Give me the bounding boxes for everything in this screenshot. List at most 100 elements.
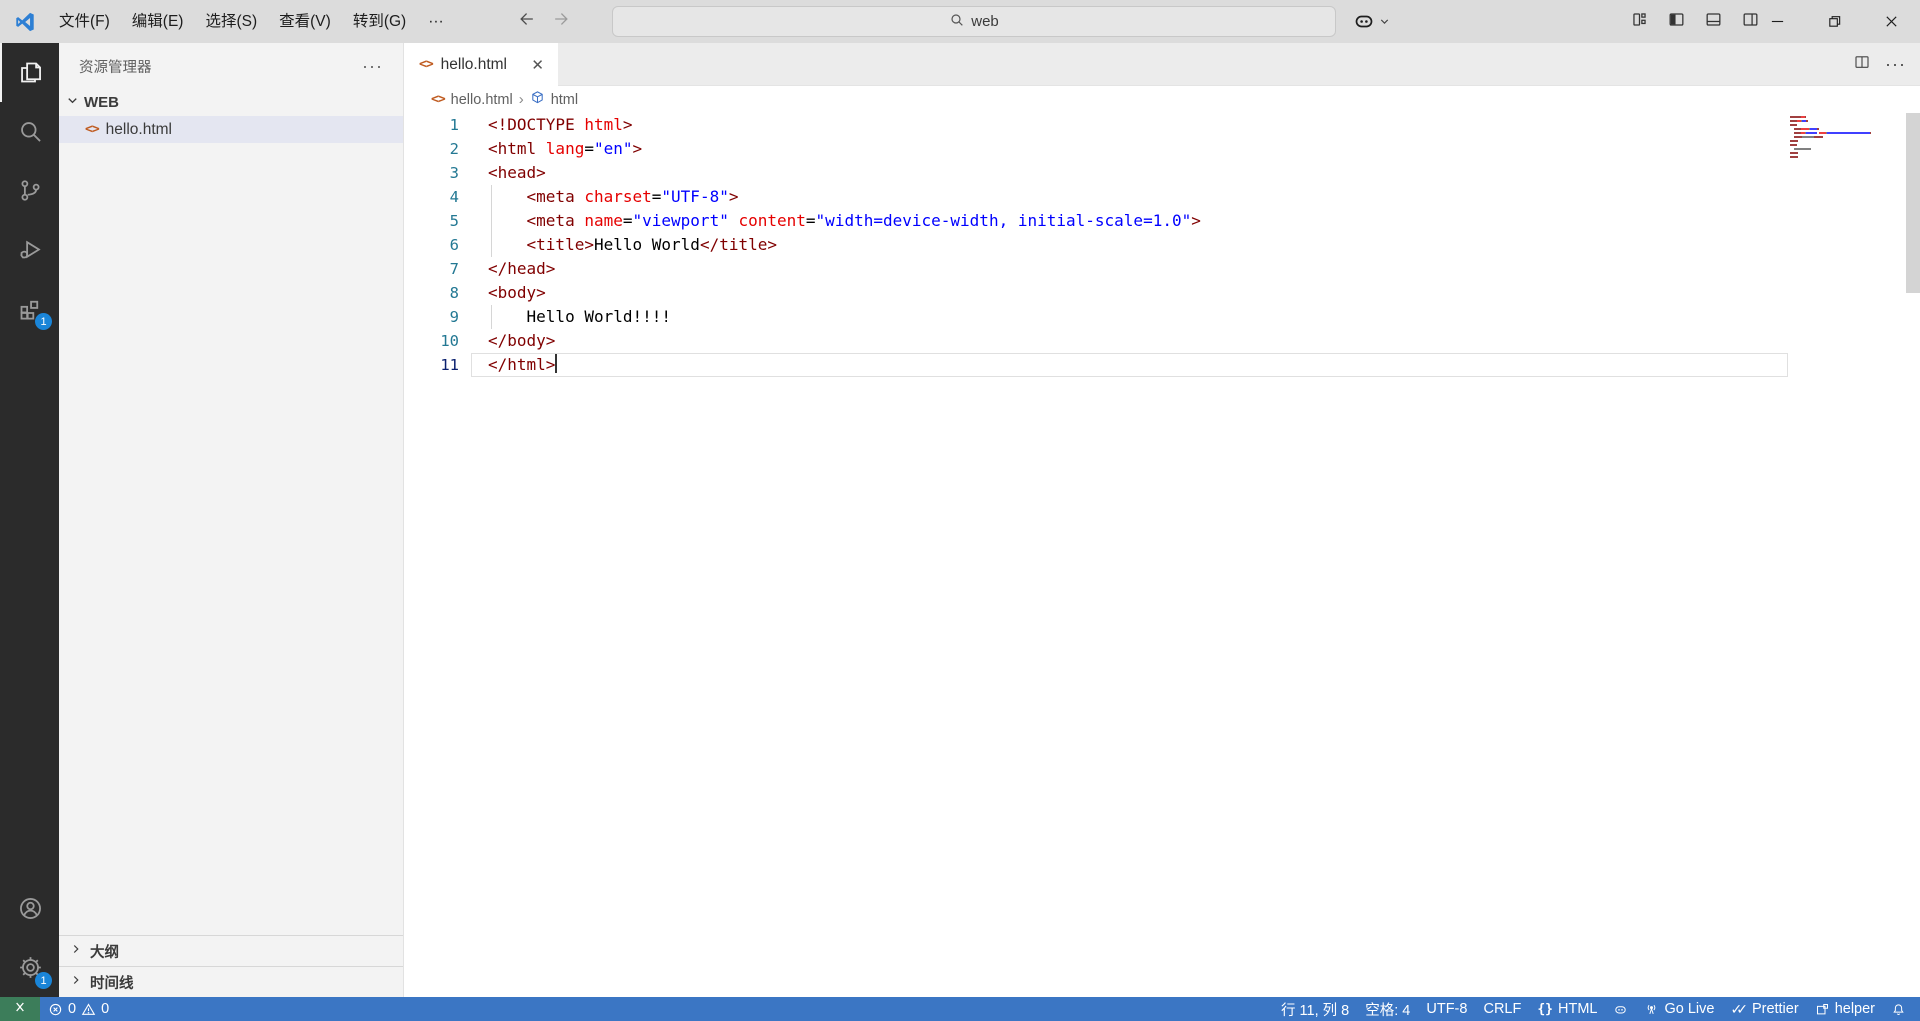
status-label: CRLF [1483, 1001, 1521, 1017]
code-line-9[interactable]: 9 Hello World!!!! [405, 305, 1920, 329]
history-navigation [517, 9, 571, 34]
line-content: <head> [459, 161, 546, 185]
status-go-live[interactable]: Go Live [1636, 997, 1722, 1021]
forward-arrow-icon[interactable] [551, 9, 571, 34]
menu-item-4[interactable]: 转到(G) [342, 0, 417, 43]
code-line-3[interactable]: 3<head> [405, 161, 1920, 185]
chevron-right-icon: › [519, 91, 524, 108]
line-number: 9 [405, 305, 459, 329]
tab-hello-html[interactable]: <> hello.html ✕ [405, 43, 558, 86]
menu-item-2[interactable]: 选择(S) [194, 0, 268, 43]
status-notifications[interactable] [1883, 997, 1914, 1021]
activity-accounts-icon[interactable] [0, 879, 59, 938]
code-line-4[interactable]: 4 <meta charset="UTF-8"> [405, 185, 1920, 209]
line-content: <meta charset="UTF-8"> [459, 185, 738, 209]
broadcast-icon [1644, 1002, 1659, 1017]
breadcrumb-symbol[interactable]: html [551, 92, 578, 108]
explorer-sidebar: 资源管理器 ··· WEB <>hello.html 大纲时间线 [59, 43, 404, 997]
copilot-icon [1352, 9, 1376, 38]
status-indentation[interactable]: 空格: 4 [1357, 997, 1418, 1021]
file-hello.html[interactable]: <>hello.html [59, 116, 403, 143]
problems-indicator[interactable]: 0 0 [40, 997, 117, 1021]
minimap-line [1790, 136, 1878, 138]
explorer-more-actions[interactable]: ··· [356, 56, 389, 77]
chevron-right-icon [69, 973, 83, 991]
status-prettier[interactable]: ✓✓Prettier [1722, 997, 1806, 1021]
folder-web[interactable]: WEB [59, 89, 403, 116]
double-check-icon: ✓✓ [1730, 1001, 1741, 1018]
status-copilot-status[interactable] [1605, 997, 1636, 1021]
code-line-6[interactable]: 6 <title>Hello World</title> [405, 233, 1920, 257]
status-helper[interactable]: helper [1807, 997, 1883, 1021]
line-number: 6 [405, 233, 459, 257]
code-line-8[interactable]: 8<body> [405, 281, 1920, 305]
copilot-menu[interactable] [1352, 9, 1391, 38]
code-line-10[interactable]: 10</body> [405, 329, 1920, 353]
minimap-line [1790, 120, 1878, 122]
split-editor-icon[interactable] [1853, 53, 1871, 76]
status-label: Go Live [1664, 1001, 1714, 1017]
back-arrow-icon[interactable] [517, 9, 537, 34]
line-content: </body> [459, 329, 555, 353]
minimap-line [1790, 156, 1878, 158]
code-line-1[interactable]: 1<!DOCTYPE html> [405, 113, 1920, 137]
tab-close-icon[interactable]: ✕ [527, 55, 548, 75]
minimize-icon[interactable] [1749, 0, 1806, 43]
code-area[interactable]: 1<!DOCTYPE html>2<html lang="en">3<head>… [405, 113, 1920, 377]
command-center-search[interactable]: web [612, 6, 1336, 37]
status-language-mode[interactable]: {}HTML [1529, 997, 1605, 1021]
activity-extensions-icon[interactable]: 1 [0, 279, 59, 338]
window-icon [1815, 1002, 1830, 1017]
sidebar-bottom-sections: 大纲时间线 [59, 935, 403, 997]
close-icon[interactable] [1863, 0, 1920, 43]
status-encoding[interactable]: UTF-8 [1418, 997, 1475, 1021]
minimap[interactable] [1790, 116, 1878, 160]
sidebar-section-1[interactable]: 时间线 [59, 966, 403, 997]
editor-more-actions-icon[interactable]: ··· [1885, 54, 1906, 75]
title-bar: 文件(F)编辑(E)选择(S)查看(V)转到(G)··· web [0, 0, 1920, 43]
code-line-7[interactable]: 7</head> [405, 257, 1920, 281]
line-number: 11 [405, 353, 459, 377]
toggle-sidebar-icon[interactable] [1667, 10, 1686, 34]
line-content: <!DOCTYPE html> [459, 113, 633, 137]
menu-item-0[interactable]: 文件(F) [48, 0, 121, 43]
restore-icon[interactable] [1806, 0, 1863, 43]
minimap-line [1790, 116, 1878, 118]
menu-item-3[interactable]: 查看(V) [268, 0, 342, 43]
warning-count: 0 [101, 1001, 109, 1017]
status-eol[interactable]: CRLF [1475, 997, 1529, 1021]
activity-source-control-icon[interactable] [0, 161, 59, 220]
section-label: 时间线 [90, 972, 134, 993]
customize-layout-icon[interactable] [1630, 10, 1649, 34]
code-line-5[interactable]: 5 <meta name="viewport" content="width=d… [405, 209, 1920, 233]
warning-icon [81, 1002, 96, 1017]
menu-bar: 文件(F)编辑(E)选择(S)查看(V)转到(G)··· [48, 0, 455, 43]
minimap-line [1790, 148, 1878, 150]
editor-group: <> hello.html ✕ ··· <> hello.html › html… [405, 43, 1920, 997]
remote-indicator[interactable] [0, 997, 40, 1021]
status-label: helper [1835, 1001, 1875, 1017]
sidebar-section-0[interactable]: 大纲 [59, 935, 403, 966]
tab-label: hello.html [441, 56, 507, 74]
activity-explorer-icon[interactable] [0, 43, 59, 102]
activity-run-debug-icon[interactable] [0, 220, 59, 279]
menu-item-5[interactable]: ··· [417, 0, 455, 43]
chevron-down-icon [65, 93, 80, 112]
menu-item-1[interactable]: 编辑(E) [121, 0, 195, 43]
activity-settings-icon[interactable]: 1 [0, 938, 59, 997]
vscode-window: 文件(F)编辑(E)选择(S)查看(V)转到(G)··· web 11 [0, 0, 1920, 1021]
editor-scrollbar[interactable] [1906, 113, 1920, 293]
status-cursor-position[interactable]: 行 11, 列 8 [1273, 997, 1357, 1021]
status-bar-right: 行 11, 列 8空格: 4UTF-8 CRLF {}HTML Go Live ✓✓Pr… [1273, 997, 1920, 1021]
toggle-panel-icon[interactable] [1704, 10, 1723, 34]
line-content: <html lang="en"> [459, 137, 642, 161]
activity-search-icon[interactable] [0, 102, 59, 161]
line-number: 2 [405, 137, 459, 161]
line-number: 8 [405, 281, 459, 305]
breadcrumb-file[interactable]: hello.html [451, 92, 513, 108]
code-line-11[interactable]: 11</html> [405, 353, 1920, 377]
html-file-icon: <> [85, 122, 99, 137]
code-line-2[interactable]: 2<html lang="en"> [405, 137, 1920, 161]
bell-icon [1891, 1002, 1906, 1017]
current-line-highlight [471, 353, 1788, 377]
